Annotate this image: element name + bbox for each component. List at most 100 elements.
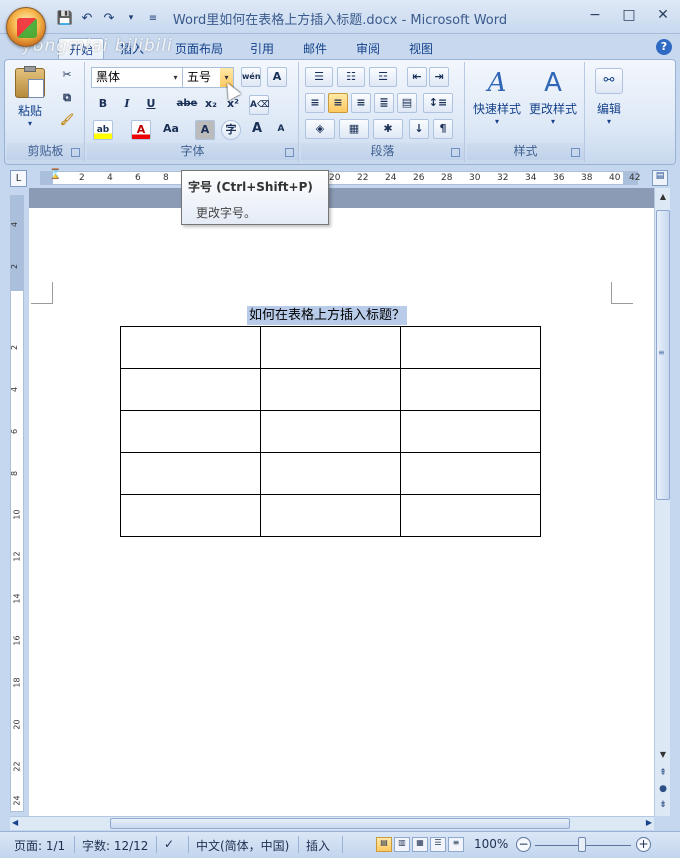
proofing-icon[interactable]: ✓ <box>164 837 174 851</box>
sort-icon[interactable]: ↓ <box>409 119 429 139</box>
clear-format-icon[interactable]: A⌫ <box>249 95 270 115</box>
document-page[interactable]: 如何在表格上方插入标题？ <box>29 208 654 816</box>
table-cell[interactable] <box>120 326 261 369</box>
outline-view-icon[interactable]: ☰ <box>430 837 446 852</box>
scroll-left-icon[interactable]: ◀ <box>12 818 18 827</box>
view-ruler-icon[interactable]: ▤ <box>652 170 668 186</box>
highlight-button[interactable]: ab <box>93 120 113 140</box>
italic-button[interactable]: I <box>117 95 137 115</box>
distributed-icon[interactable]: ▤ <box>397 93 417 113</box>
paste-dropdown-icon[interactable]: ▾ <box>15 119 45 128</box>
horizontal-ruler[interactable]: 2 4 6 8 20 22 24 26 28 30 32 34 36 38 40… <box>40 169 640 185</box>
show-marks-icon[interactable]: ¶ <box>433 119 453 139</box>
table-cell[interactable] <box>400 410 541 453</box>
increase-indent-icon[interactable]: ⇥ <box>429 67 449 87</box>
tab-page-layout[interactable]: 页面布局 <box>165 38 233 59</box>
table-cell[interactable] <box>120 368 261 411</box>
print-layout-view-icon[interactable]: ▤ <box>376 837 392 852</box>
subscript-button[interactable]: x₂ <box>201 95 221 115</box>
scroll-up-icon[interactable]: ▲ <box>656 192 670 206</box>
align-left-icon[interactable]: ≡ <box>305 93 325 113</box>
table-cell[interactable] <box>120 410 261 453</box>
align-right-icon[interactable]: ≡ <box>351 93 371 113</box>
tab-mailings[interactable]: 邮件 <box>293 38 337 59</box>
chinese-layout-icon[interactable]: ✱ <box>373 119 403 139</box>
bullets-icon[interactable]: ☰ <box>305 67 333 87</box>
editing-dropdown-icon[interactable]: ▾ <box>591 117 627 126</box>
numbering-icon[interactable]: ☷ <box>337 67 365 87</box>
indent-marker-icon[interactable]: ⌛ <box>49 169 61 180</box>
quick-styles-dropdown-icon[interactable]: ▾ <box>471 117 523 126</box>
change-styles-button[interactable]: A 更改样式 ▾ <box>525 68 581 126</box>
bold-button[interactable]: B <box>93 95 113 115</box>
align-center-icon[interactable]: ≡ <box>328 93 348 113</box>
font-name-combo[interactable]: 黑体 ▾ <box>91 67 183 88</box>
scroll-right-icon[interactable]: ▶ <box>646 818 652 827</box>
underline-button[interactable]: U <box>141 95 161 115</box>
close-icon[interactable]: ✕ <box>652 6 674 24</box>
maximize-icon[interactable]: □ <box>618 6 640 24</box>
editing-button[interactable]: ⚯ 编辑 ▾ <box>591 68 627 126</box>
shading-icon[interactable]: ◈ <box>305 119 335 139</box>
table-cell[interactable] <box>260 452 401 495</box>
table-cell[interactable] <box>120 452 261 495</box>
tab-view[interactable]: 视图 <box>399 38 443 59</box>
paste-button[interactable]: 粘贴 ▾ <box>15 66 45 128</box>
web-layout-icon[interactable]: ▦ <box>412 837 428 852</box>
browse-object-icon[interactable]: ● <box>657 784 669 796</box>
char-shading-button[interactable]: A <box>195 120 215 140</box>
full-screen-reading-icon[interactable]: ▥ <box>394 837 410 852</box>
vertical-scrollbar[interactable]: ▲ ≡ ▼ ⇞ ● ⇟ <box>654 188 670 816</box>
table-cell[interactable] <box>400 494 541 537</box>
cut-icon[interactable]: ✂ <box>57 66 77 86</box>
table-cell[interactable] <box>260 326 401 369</box>
copy-icon[interactable]: ⧉ <box>57 89 77 109</box>
minimize-icon[interactable]: − <box>584 6 606 24</box>
zoom-in-icon[interactable]: + <box>636 837 651 852</box>
scroll-down-icon[interactable]: ▼ <box>656 750 670 764</box>
help-icon[interactable]: ? <box>656 39 672 55</box>
phonetic-guide-button[interactable]: wén <box>241 67 261 87</box>
change-styles-dropdown-icon[interactable]: ▾ <box>525 117 581 126</box>
tab-references[interactable]: 引用 <box>240 38 284 59</box>
zoom-out-icon[interactable]: − <box>516 837 531 852</box>
office-button[interactable] <box>6 7 46 47</box>
document-table[interactable] <box>120 326 541 537</box>
zoom-slider-thumb[interactable] <box>578 837 586 852</box>
word-count[interactable]: 字数: 12/12 <box>82 837 148 854</box>
table-cell[interactable] <box>400 326 541 369</box>
next-page-icon[interactable]: ⇟ <box>657 800 669 812</box>
line-spacing-icon[interactable]: ↕≡ <box>423 93 453 113</box>
justify-icon[interactable]: ≣ <box>374 93 394 113</box>
multilevel-list-icon[interactable]: ☲ <box>369 67 397 87</box>
selected-heading-text[interactable]: 如何在表格上方插入标题？ <box>247 306 408 325</box>
table-cell[interactable] <box>260 368 401 411</box>
change-case-button[interactable]: Aa <box>159 120 183 140</box>
insert-mode[interactable]: 插入 <box>306 837 330 854</box>
grow-font-button[interactable]: A <box>247 120 267 140</box>
styles-launcher-icon[interactable] <box>571 148 580 157</box>
document-area[interactable]: 如何在表格上方插入标题？ <box>29 188 654 816</box>
paragraph-launcher-icon[interactable] <box>451 148 460 157</box>
horizontal-scrollbar[interactable]: ◀ ▶ <box>10 816 654 830</box>
strikethrough-button[interactable]: abe <box>175 95 199 115</box>
superscript-button[interactable]: x² <box>223 95 243 115</box>
horizontal-scroll-thumb[interactable] <box>110 818 570 829</box>
table-cell[interactable] <box>120 494 261 537</box>
borders-icon[interactable]: ▦ <box>339 119 369 139</box>
format-painter-icon[interactable]: 🖌 <box>57 111 77 131</box>
font-color-button[interactable]: A <box>131 120 151 140</box>
font-name-dropdown-icon[interactable]: ▾ <box>169 68 182 87</box>
clipboard-launcher-icon[interactable] <box>71 148 80 157</box>
tab-selector-icon[interactable]: L <box>10 170 27 187</box>
vertical-ruler[interactable]: 4 2 2 4 6 8 10 12 14 16 18 20 22 24 <box>10 195 24 812</box>
language-status[interactable]: 中文(简体，中国) <box>196 837 289 854</box>
previous-page-icon[interactable]: ⇞ <box>657 768 669 780</box>
table-cell[interactable] <box>400 452 541 495</box>
page-count[interactable]: 页面: 1/1 <box>14 837 65 854</box>
font-launcher-icon[interactable] <box>285 148 294 157</box>
decrease-indent-icon[interactable]: ⇤ <box>407 67 427 87</box>
tab-review[interactable]: 审阅 <box>346 38 390 59</box>
draft-view-icon[interactable]: ≡ <box>448 837 464 852</box>
table-cell[interactable] <box>260 410 401 453</box>
